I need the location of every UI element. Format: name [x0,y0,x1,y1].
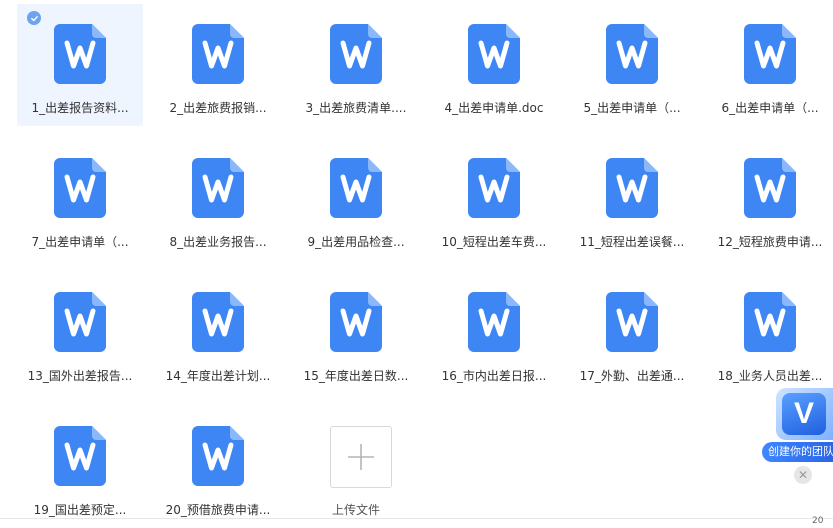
word-doc-icon [468,24,520,84]
file-tile[interactable]: 8_出差业务报告... [155,138,281,260]
file-name: 9_出差用品检查... [307,235,405,249]
file-name: 17_外勤、出差通... [579,369,685,383]
word-doc-icon [192,24,244,84]
close-icon[interactable]: ✕ [794,466,812,484]
file-name: 12_短程旅费申请... [717,235,823,249]
checkmark-icon[interactable] [27,11,41,25]
upload-label: 上传文件 [331,503,380,517]
file-tile[interactable]: 13_国外出差报告... [17,272,143,394]
file-name: 5_出差申请单（... [583,101,681,115]
file-tile[interactable]: 20_预借旅费申请... [155,406,281,528]
file-tile[interactable]: 2_出差旅费报销... [155,4,281,126]
file-name: 2_出差旅费报销... [169,101,267,115]
word-doc-icon [54,292,106,352]
file-tile[interactable]: 4_出差申请单.doc [431,4,557,126]
file-tile[interactable]: 9_出差用品检查... [293,138,419,260]
word-doc-icon [330,292,382,352]
corner-text: 20 [812,516,824,526]
plus-icon [348,444,374,470]
file-name: 6_出差申请单（... [721,101,819,115]
file-grid: 1_出差报告资料... 2_出差旅费报销... 3_出差旅费清单.... 4_出差申请… [17,4,833,528]
word-doc-icon [330,158,382,218]
file-tile[interactable]: 11_短程出差误餐... [569,138,695,260]
word-doc-icon [192,426,244,486]
file-name: 18_业务人员出差... [717,369,823,383]
promo-text: 创建你的团队 [762,442,833,462]
word-doc-icon [744,292,796,352]
file-tile[interactable]: 15_年度出差日数... [293,272,419,394]
file-name: 11_短程出差误餐... [579,235,685,249]
file-tile[interactable]: 5_出差申请单（... [569,4,695,126]
word-doc-icon [606,292,658,352]
file-tile[interactable]: 1_出差报告资料... [17,4,143,126]
divider [0,518,833,519]
file-tile[interactable]: 10_短程出差车费... [431,138,557,260]
file-name: 3_出差旅费清单.... [305,101,407,115]
word-doc-icon [192,292,244,352]
file-tile[interactable]: 6_出差申请单（... [707,4,833,126]
promo-logo: V [782,393,826,435]
file-name: 4_出差申请单.doc [444,101,544,115]
file-name: 20_预借旅费申请... [165,503,271,517]
file-tile[interactable]: 16_市内出差日报... [431,272,557,394]
file-tile[interactable]: 3_出差旅费清单.... [293,4,419,126]
file-tile[interactable]: 7_出差申请单（... [17,138,143,260]
word-doc-icon [54,158,106,218]
file-name: 1_出差报告资料... [31,101,129,115]
word-doc-icon [330,24,382,84]
word-doc-icon [468,158,520,218]
word-doc-icon [744,24,796,84]
word-doc-icon [54,426,106,486]
file-name: 14_年度出差计划... [165,369,271,383]
upload-button[interactable] [330,426,392,488]
word-doc-icon [468,292,520,352]
file-tile[interactable]: 17_外勤、出差通... [569,272,695,394]
file-tile[interactable]: 12_短程旅费申请... [707,138,833,260]
file-tile[interactable]: 14_年度出差计划... [155,272,281,394]
word-doc-icon [54,24,106,84]
create-team-promo[interactable]: V 创建你的团队 [762,388,833,468]
file-tile[interactable]: 19_国出差预定... [17,406,143,528]
file-name: 10_短程出差车费... [441,235,547,249]
word-doc-icon [606,158,658,218]
word-doc-icon [192,158,244,218]
file-name: 19_国出差预定... [33,503,127,517]
file-name: 7_出差申请单（... [31,235,129,249]
file-name: 16_市内出差日报... [441,369,547,383]
upload-tile[interactable]: 上传文件 [293,406,419,528]
file-tile[interactable]: 18_业务人员出差... [707,272,833,394]
file-name: 13_国外出差报告... [27,369,133,383]
word-doc-icon [606,24,658,84]
word-doc-icon [744,158,796,218]
file-name: 15_年度出差日数... [303,369,409,383]
file-name: 8_出差业务报告... [169,235,267,249]
